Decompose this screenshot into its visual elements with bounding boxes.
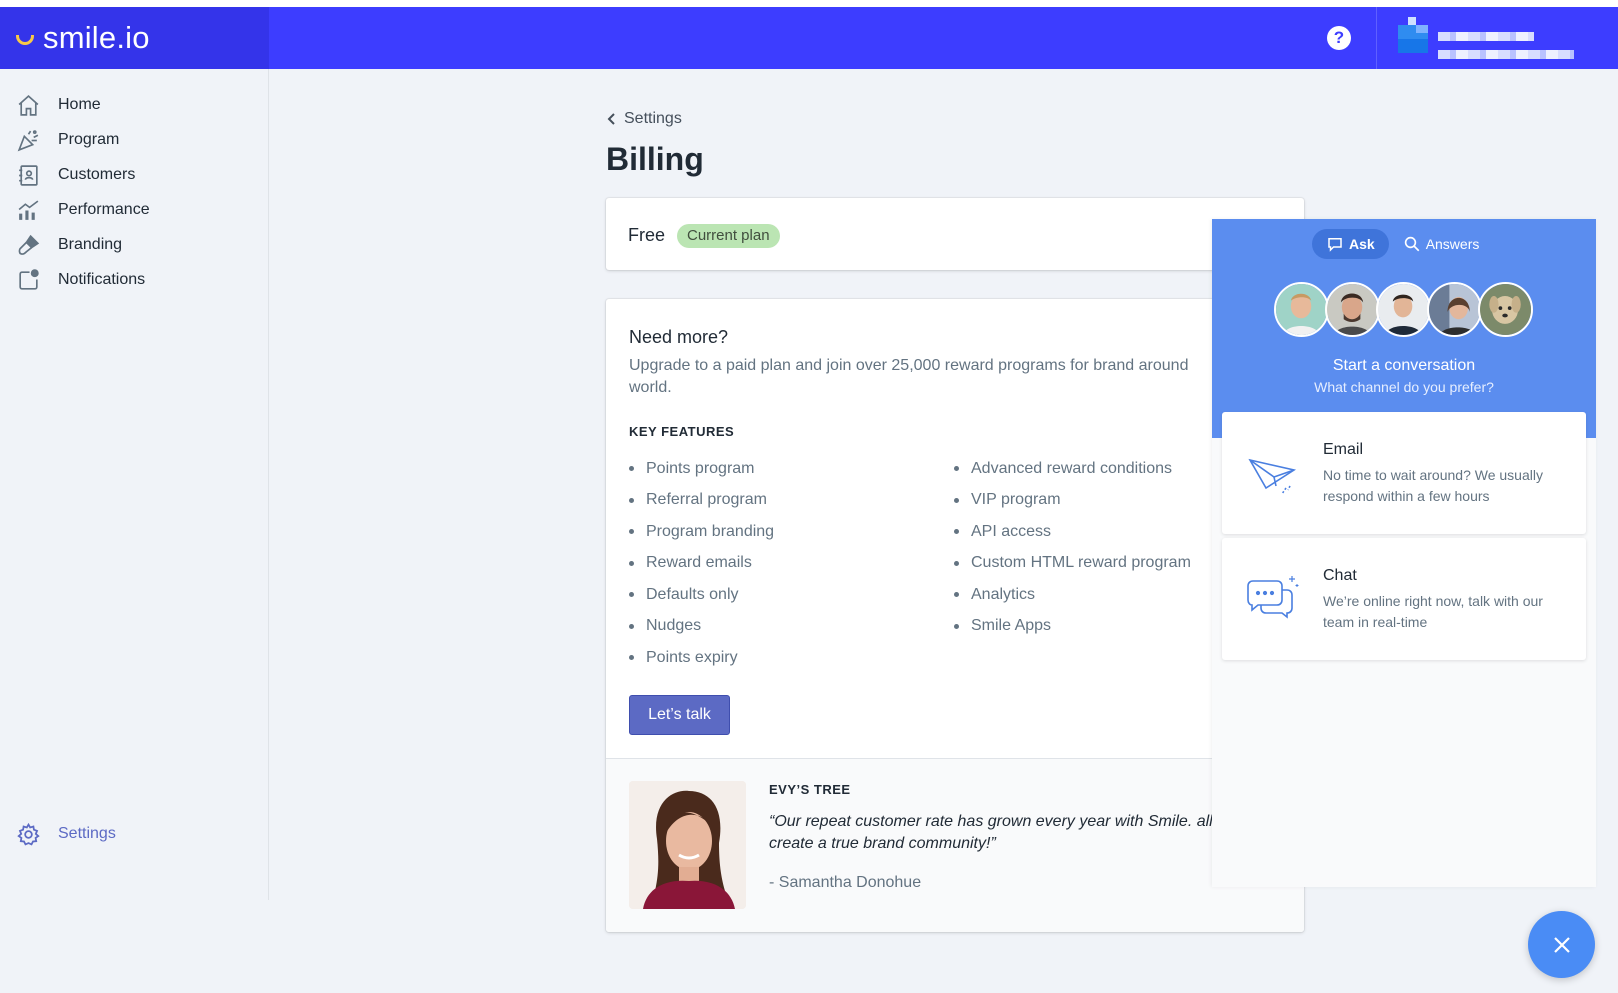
help-widget: Ask Answers Start a conversation What ch… [1212,219,1596,887]
sidebar-item-label: Branding [58,236,123,253]
plan-card: Free Current plan [606,198,1304,270]
widget-header: Ask Answers Start a conversation What ch… [1212,219,1596,438]
sidebar-item-label: Program [58,131,120,148]
party-popper-icon [17,129,39,151]
sidebar-item-notifications[interactable]: Notifications [16,265,145,295]
list-item: API access [946,516,1191,548]
list-item: Program branding [621,516,774,548]
paper-plane-icon [1248,458,1297,495]
widget-tabs: Ask Answers [1312,229,1493,259]
upgrade-title: Need more? [629,327,729,347]
sidebar-item-label: Home [58,96,101,113]
channel-title: Chat [1323,567,1357,584]
list-item: Nudges [621,611,774,643]
status-badge: Current plan [677,224,780,248]
avatar [1427,282,1482,337]
sidebar: Home Program Customers Performance Brand… [0,69,269,900]
avatar [1376,282,1431,337]
channel-email[interactable]: Email No time to wait around? We usually… [1222,412,1586,534]
lets-talk-button[interactable]: Let’s talk [629,695,730,735]
account-menu[interactable] [1398,17,1588,61]
brand-logo[interactable]: smile.io [0,7,269,69]
question-circle-icon: ? [1333,28,1345,47]
channel-chat[interactable]: Chat We’re online right now, talk with o… [1222,538,1586,660]
contact-book-icon [19,164,38,186]
sidebar-item-label: Performance [58,201,150,218]
tab-label: Answers [1425,236,1480,252]
account-email-redacted [1438,50,1574,59]
channel-description: No time to wait around? We usually respo… [1323,467,1543,504]
avatar [1478,282,1533,337]
account-avatar [1398,17,1428,55]
sidebar-item-program[interactable]: Program [16,125,119,155]
sidebar-item-customers[interactable]: Customers [16,160,135,190]
home-icon [18,94,39,116]
person-portrait [629,781,746,909]
notification-icon [19,268,39,290]
sidebar-item-home[interactable]: Home [16,90,101,120]
channel-title: Email [1323,441,1364,458]
testimonial: EVY’S TREE “Our repeat customer rate has… [606,758,1304,932]
chat-bubbles-icon [1247,576,1299,619]
list-item: Defaults only [621,579,774,611]
list-item: Custom HTML reward program [946,548,1191,580]
features-list-right: Advanced reward conditions VIP program A… [946,453,1191,642]
sidebar-item-label: Settings [58,825,116,842]
team-avatars [1274,282,1533,338]
testimonial-photo [629,781,746,909]
list-item: VIP program [946,485,1191,517]
tab-ask[interactable]: Ask [1312,229,1389,259]
account-name-redacted [1438,32,1534,41]
list-item: Points expiry [621,642,774,674]
gear-icon [17,822,40,846]
sidebar-item-performance[interactable]: Performance [16,195,150,225]
features-heading: KEY FEATURES [629,424,735,439]
chat-bubble-icon [1328,238,1342,252]
brand-name: smile.io [43,20,150,55]
upgrade-description: Upgrade to a paid plan and join over 25,… [629,357,1189,396]
avatar [1325,282,1380,337]
sidebar-item-branding[interactable]: Branding [16,230,122,260]
avatar [1274,282,1329,337]
smile-logo-icon [16,35,34,45]
sidebar-item-settings[interactable]: Settings [16,819,116,849]
breadcrumb[interactable]: Settings [606,110,682,128]
topbar-divider [1376,7,1377,69]
page-title: Billing [606,141,704,177]
sidebar-item-label: Notifications [58,271,146,288]
close-icon [1553,936,1570,953]
widget-title: Start a conversation [1332,357,1476,374]
list-item: Advanced reward conditions [946,453,1191,485]
widget-subtitle: What channel do you prefer? [1314,379,1494,395]
search-icon [1404,236,1420,252]
channel-description: We’re online right now, talk with our te… [1323,593,1543,630]
features-list-left: Points program Referral program Program … [621,453,774,674]
testimonial-author: - Samantha Donohue [769,874,922,891]
chevron-left-icon [607,113,615,125]
paintbrush-icon [18,234,40,255]
chart-icon [18,199,39,220]
list-item: Smile Apps [946,611,1191,643]
tab-answers[interactable]: Answers [1389,229,1494,259]
list-item: Reward emails [621,548,774,580]
list-item: Points program [621,453,774,485]
app-window: smile.io ? Home Program Customers Perfor… [0,7,1618,993]
list-item: Analytics [946,579,1191,611]
list-item: Referral program [621,485,774,517]
testimonial-company: EVY’S TREE [769,782,851,797]
close-widget-button[interactable] [1528,911,1595,978]
plan-name: Free [628,225,666,245]
help-button[interactable]: ? [1327,26,1351,50]
breadcrumb-label: Settings [624,110,682,127]
upgrade-card: Need more? Upgrade to a paid plan and jo… [606,299,1304,932]
top-bar: smile.io ? [0,7,1618,69]
tab-label: Ask [1349,236,1375,252]
sidebar-item-label: Customers [58,166,136,183]
